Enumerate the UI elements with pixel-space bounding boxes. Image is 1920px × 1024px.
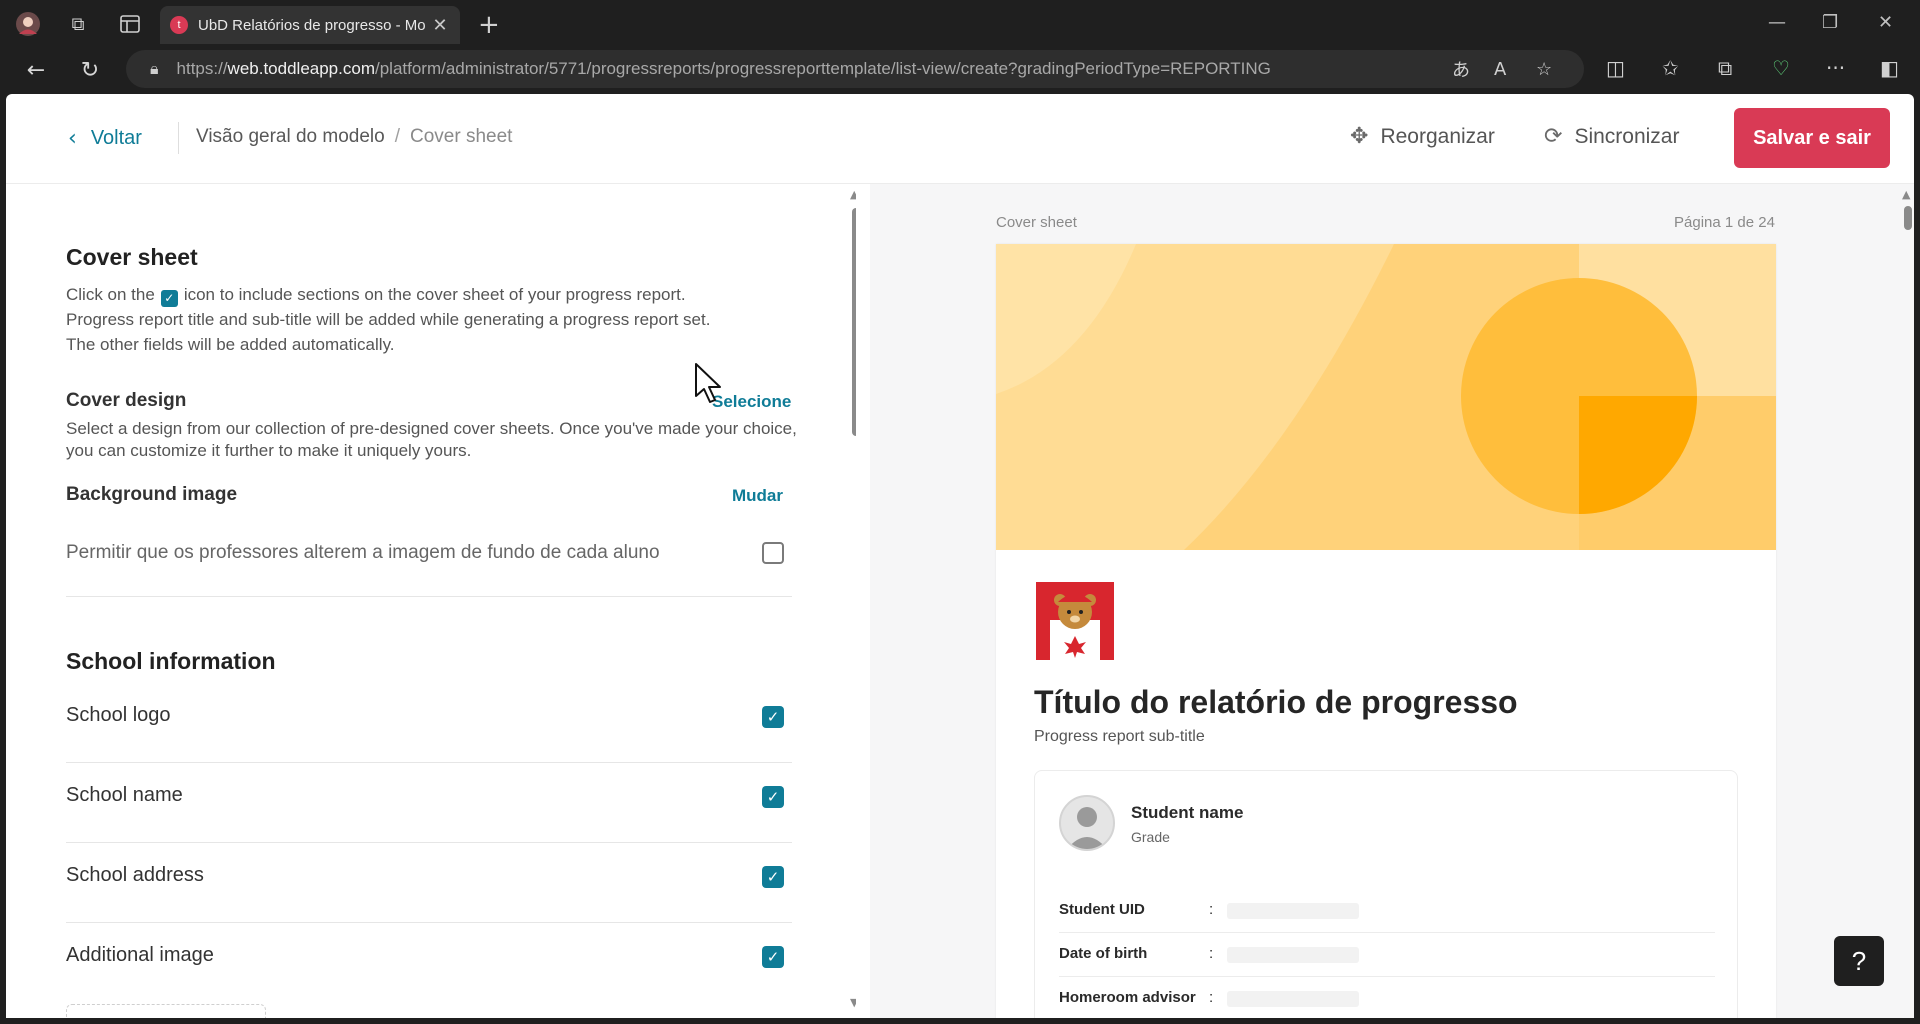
allow-teachers-change-bg-label: Permitir que os professores alterem a im… [66,542,660,563]
sync-label: Sincronizar [1574,124,1680,148]
breadcrumb: Visão geral do modelo / Cover sheet [196,126,512,148]
cover-sheet-heading: Cover sheet [66,244,198,270]
tab-close-icon[interactable]: ✕ [430,15,450,36]
back-arrow-icon[interactable]: ← [20,54,52,86]
progress-report-title: Título do relatório de progresso [1034,684,1518,720]
profile-avatar-icon[interactable] [14,10,42,38]
app-viewport: ‹ Voltar Visão geral do modelo / Cover she… [6,94,1914,1018]
change-background-link[interactable]: Mudar [732,486,783,506]
school-logo-checkbox[interactable]: ✓ [762,706,784,728]
tab-title: UbD Relatórios de progresso - Mo [198,16,426,34]
chevron-left-icon: ‹ [68,126,77,151]
cover-design-description: Select a design from our collection of p… [66,419,797,460]
read-aloud-icon[interactable]: A [1494,50,1506,88]
school-address-checkbox[interactable]: ✓ [762,866,784,888]
school-logo-label: School logo [66,704,171,726]
background-image-heading: Background image [66,484,238,505]
row-divider [66,762,792,763]
cover-banner-image [996,244,1776,550]
reorganize-label: Reorganizar [1380,124,1495,148]
student-uid-row: Student UID : [1059,889,1715,933]
workspaces-icon[interactable]: ⧉ [64,10,92,38]
new-tab-icon[interactable]: + [478,10,500,40]
student-grade: Grade [1131,829,1170,845]
favorite-star-icon[interactable]: ☆ [1536,50,1552,88]
breadcrumb-separator: / [394,126,401,147]
back-button[interactable]: ‹ Voltar [68,126,142,151]
row-divider [66,922,792,923]
restore-icon[interactable]: ❐ [1822,12,1838,33]
student-info-card: Student name Grade Student UID : Date of… [1034,770,1738,1018]
toddle-favicon-icon: t [170,16,188,34]
reorganize-button[interactable]: ✥ Reorganizar [1350,124,1495,149]
sync-button[interactable]: ⟳ Sincronizar [1544,124,1679,149]
browser-essentials-icon[interactable]: ♡ [1772,56,1790,80]
lock-icon: 🔒︎ [150,59,159,78]
browser-titlebar: ⧉ t UbD Relatórios de progresso - Mo ✕ +… [0,0,1920,48]
school-information-heading: School information [66,648,276,674]
value-placeholder [1227,947,1359,963]
student-name: Student name [1131,803,1244,822]
more-menu-icon[interactable]: ··· [1826,56,1845,80]
allow-teachers-change-bg-checkbox[interactable] [762,542,784,564]
additional-image-checkbox[interactable]: ✓ [762,946,784,968]
preview-scroll-up-icon[interactable]: ▲ [1902,188,1910,201]
progress-report-subtitle: Progress report sub-title [1034,728,1205,745]
section-divider [66,596,792,597]
row-divider [66,842,792,843]
value-placeholder [1227,991,1359,1007]
homeroom-advisor-row: Homeroom advisor : [1059,977,1715,1018]
split-screen-icon[interactable]: ◫ [1606,56,1625,80]
help-button[interactable]: ? [1834,936,1884,986]
minimize-icon[interactable]: — [1768,12,1786,33]
school-logo-image [1036,582,1114,660]
translate-icon[interactable]: あ [1452,50,1470,88]
preview-section-label: Cover sheet [996,214,1077,231]
inline-checkbox-icon: ✓ [160,290,178,307]
collections-icon[interactable]: ⧉ [1718,56,1732,80]
scroll-down-arrow-icon[interactable]: ▼ [850,996,856,1009]
address-bar[interactable]: 🔒︎ https://web.toddleapp.com/platform/ad… [126,50,1584,88]
scroll-up-arrow-icon[interactable]: ▲ [850,188,856,201]
left-scrollbar-thumb[interactable] [852,208,856,436]
breadcrumb-parent[interactable]: Visão geral do modelo [196,126,385,147]
page-indicator: Página 1 de 24 [1674,214,1775,231]
additional-image-upload[interactable] [66,1004,266,1018]
favorites-icon[interactable]: ✩ [1662,56,1679,80]
cover-sheet-preview: Cover sheet Página 1 de 24 Título do rel… [870,184,1914,1018]
value-placeholder [1227,903,1359,919]
url-text: https://web.toddleapp.com/platform/admin… [176,59,1271,78]
date-of-birth-row: Date of birth : [1059,933,1715,977]
preview-scrollbar-thumb[interactable] [1904,206,1912,230]
school-address-label: School address [66,864,204,886]
additional-image-label: Additional image [66,944,214,966]
refresh-icon[interactable]: ↻ [74,54,106,86]
browser-tab-active[interactable]: t UbD Relatórios de progresso - Mo ✕ [160,6,460,44]
move-arrows-icon: ✥ [1350,124,1369,149]
settings-panel: Cover sheet Click on the ✓ icon to include… [6,184,856,1018]
vertical-tabs-icon[interactable] [116,10,144,38]
cover-sheet-description: Click on the ✓ icon to include sections on… [66,285,711,354]
school-name-label: School name [66,784,183,806]
cover-design-heading: Cover design [66,390,187,411]
back-label: Voltar [90,127,142,149]
breadcrumb-current: Cover sheet [410,126,513,147]
page-header: ‹ Voltar Visão geral do modelo / Cover she… [6,94,1914,184]
student-avatar-icon [1059,795,1115,851]
sync-icon: ⟳ [1544,124,1563,149]
header-divider [178,122,179,154]
school-name-checkbox[interactable]: ✓ [762,786,784,808]
preview-page: Título do relatório de progresso Progres… [996,244,1776,1018]
sidebar-toggle-icon[interactable]: ◧ [1880,56,1899,80]
save-and-exit-button[interactable]: Salvar e sair [1734,108,1890,168]
mouse-cursor-icon [694,362,724,409]
window-close-icon[interactable]: ✕ [1878,12,1893,33]
